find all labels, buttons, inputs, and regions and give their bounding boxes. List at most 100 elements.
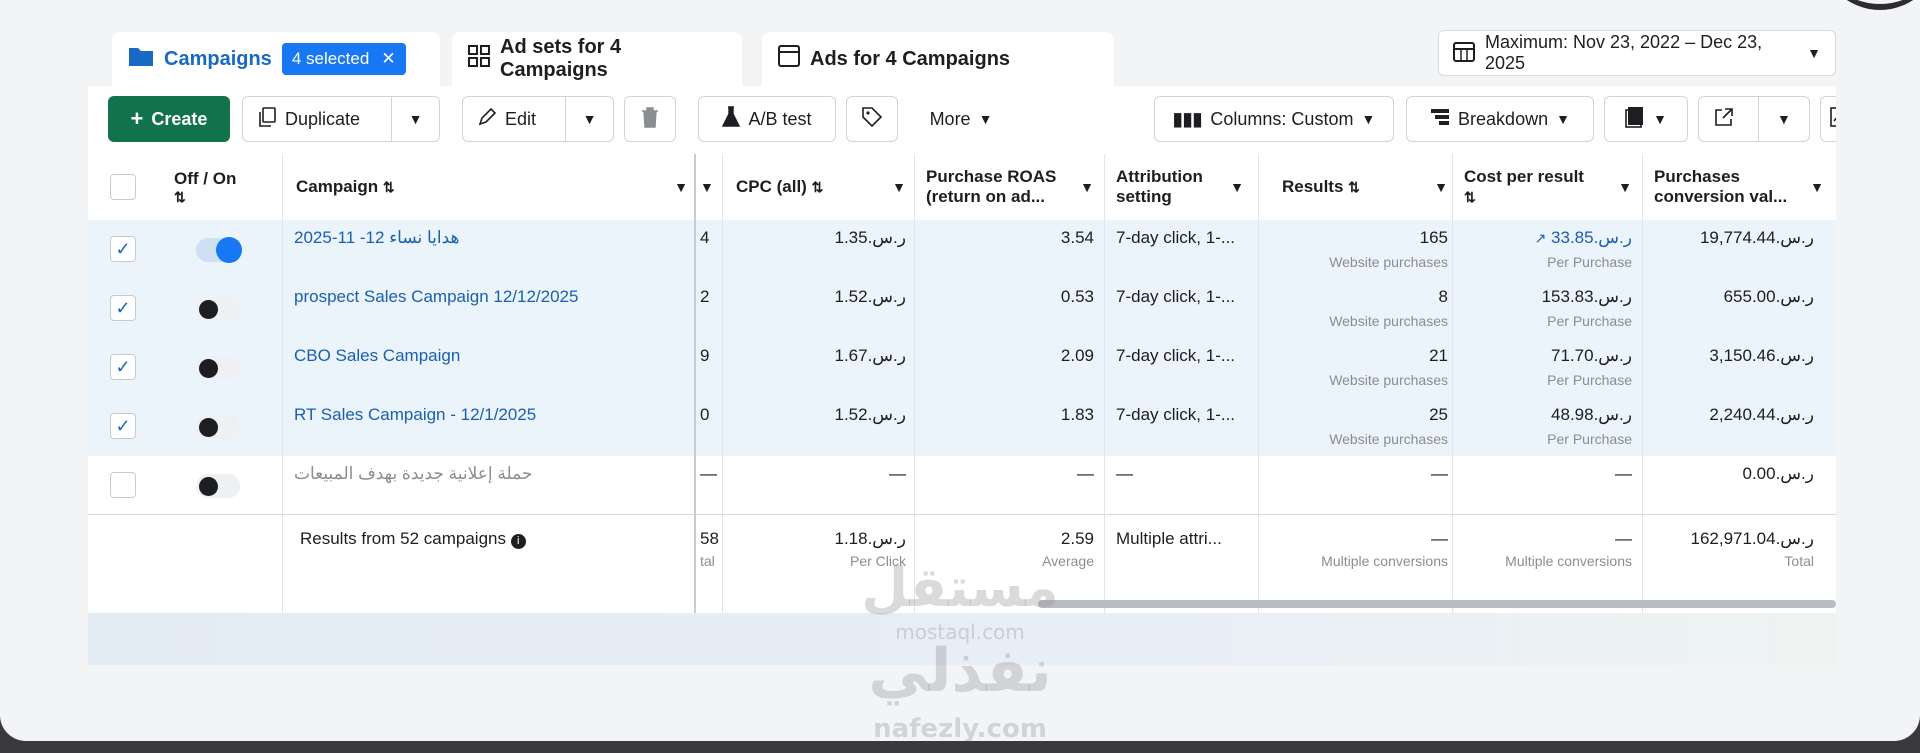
campaign-name-link[interactable]: هدايا نساء 12- 11-2025 [294, 228, 460, 248]
summary-hidden-sub: tal [700, 553, 715, 569]
row-checkbox[interactable]: ✓ [110, 236, 136, 262]
checkbox[interactable] [110, 472, 136, 498]
table-row[interactable]: ✓ هدايا نساء 12- 11-2025 4 ر.س.1.35 3.54… [88, 220, 1836, 279]
row-checkbox[interactable]: ✓ [110, 413, 136, 439]
status-toggle[interactable] [196, 237, 242, 263]
clear-selection-icon[interactable]: ✕ [381, 49, 395, 69]
campaign-name-link[interactable]: RT Sales Campaign - 12/1/2025 [294, 405, 536, 425]
create-button[interactable]: + Create [108, 96, 230, 142]
table-row[interactable]: ✓ prospect Sales Campaign 12/12/2025 2 ر… [88, 279, 1836, 338]
checkbox[interactable]: ✓ [110, 413, 136, 439]
header-cpc-label: CPC (all) [736, 177, 807, 196]
delete-button[interactable] [624, 96, 676, 142]
tab-ad-sets-label: Ad sets for 4 Campaigns [500, 36, 622, 81]
export-button[interactable] [1699, 107, 1750, 132]
select-all-checkbox[interactable] [110, 154, 136, 220]
chevron-down-icon: ▼ [674, 179, 688, 195]
table-row[interactable]: ✓ CBO Sales Campaign 9 ر.س.1.67 2.09 7-d… [88, 338, 1836, 397]
status-toggle[interactable] [196, 474, 240, 498]
cpr-value: ر.س.153.83 [1464, 287, 1632, 307]
table-row[interactable]: حملة إعلانية جديدة بهدف المبيعات — — — —… [88, 456, 1836, 515]
check-icon: ✓ [115, 356, 131, 377]
header-cpr-label: Cost per result [1464, 166, 1584, 186]
export-dropdown[interactable]: ▼ [1757, 97, 1809, 141]
chart-button[interactable] [1820, 96, 1836, 142]
more-button[interactable]: More ▼ [906, 96, 1016, 142]
header-attribution[interactable]: Attribution setting ▼ [1116, 154, 1244, 220]
columns-label: Columns: Custom [1210, 108, 1354, 129]
toggle-switch[interactable] [196, 356, 240, 380]
duplicate-split-button: Duplicate ▼ [242, 96, 440, 142]
header-off-on[interactable]: Off / On ⇅ [174, 154, 264, 220]
summary-pcv-sub: Total [1784, 553, 1814, 569]
status-toggle[interactable] [196, 297, 240, 321]
ab-test-button[interactable]: A/B test [698, 96, 836, 142]
summary-results: — [1431, 529, 1448, 548]
cpr-sub: Per Purchase [1547, 313, 1632, 329]
header-pcv-line2: conversion val... [1654, 187, 1788, 206]
header-off-on-label: Off / On [174, 168, 237, 188]
breakdown-button[interactable]: Breakdown ▼ [1406, 96, 1594, 142]
table-row[interactable]: ✓ RT Sales Campaign - 12/1/2025 0 ر.س.1.… [88, 397, 1836, 456]
horizontal-scrollbar[interactable] [1038, 600, 1836, 608]
toggle-switch[interactable] [196, 237, 242, 263]
header-results[interactable]: Results ⇅ ▼ [1282, 154, 1448, 220]
header-cost-per-result[interactable]: Cost per result ⇅ ▼ [1464, 154, 1632, 220]
tab-campaigns[interactable]: Campaigns 4 selected ✕ [112, 32, 440, 86]
create-label: Create [151, 108, 208, 129]
results-value: 21 [1429, 346, 1448, 365]
campaign-name-link[interactable]: prospect Sales Campaign 12/12/2025 [294, 287, 578, 307]
row-checkbox[interactable]: ✓ [110, 295, 136, 321]
cpr-sub: Per Purchase [1547, 372, 1632, 388]
status-toggle[interactable] [196, 356, 240, 380]
toggle-switch[interactable] [196, 474, 240, 498]
row-checkbox[interactable] [110, 472, 136, 498]
pcv-value: ر.س.3,150.46 [1709, 346, 1814, 365]
summary-hidden-value: 58 [700, 529, 719, 548]
reports-button[interactable]: ▼ [1604, 96, 1688, 142]
columns-button[interactable]: ▮▮▮ Columns: Custom ▼ [1154, 96, 1394, 142]
header-purchases-conversion-value[interactable]: Purchases conversion val... ▼ [1654, 154, 1824, 220]
tag-button[interactable] [846, 96, 898, 142]
roas-value: 2.09 [1060, 346, 1094, 365]
tab-ads[interactable]: Ads for 4 Campaigns [762, 32, 1114, 86]
row-checkbox[interactable]: ✓ [110, 354, 136, 380]
chevron-down-icon: ▼ [1810, 179, 1824, 195]
cpr-amount: ر.س.153.83 [1541, 287, 1632, 306]
results-value: 8 [1438, 287, 1448, 306]
watermark-logo-bottom: نفذلي [868, 636, 1052, 706]
cpr-value: ↗ ر.س.33.85 [1464, 228, 1632, 248]
column-divider [282, 154, 283, 613]
checkbox[interactable]: ✓ [110, 354, 136, 380]
header-purchase-roas[interactable]: Purchase ROAS (return on ad... ▼ [926, 154, 1094, 220]
campaign-name-link[interactable]: حملة إعلانية جديدة بهدف المبيعات [294, 464, 532, 484]
status-toggle[interactable] [196, 415, 240, 439]
header-campaign[interactable]: Campaign ⇅ ▼ [296, 154, 688, 220]
tab-ad-sets[interactable]: Ad sets for 4 Campaigns [452, 32, 742, 86]
toggle-switch[interactable] [196, 297, 240, 321]
info-icon[interactable]: i [510, 534, 526, 549]
edit-button[interactable]: Edit [463, 107, 557, 132]
attribution-value: 7-day click, 1-... [1116, 346, 1236, 365]
edit-dropdown[interactable]: ▼ [565, 97, 613, 141]
date-range-picker[interactable]: Maximum: Nov 23, 2022 – Dec 23, 2025 ▼ [1438, 30, 1836, 76]
duplicate-dropdown[interactable]: ▼ [391, 97, 439, 141]
selected-chip[interactable]: 4 selected ✕ [281, 43, 406, 75]
checkbox[interactable]: ✓ [110, 236, 136, 262]
toggle-switch[interactable] [196, 415, 240, 439]
cpc-value: ر.س.1.35 [834, 228, 906, 247]
checkbox[interactable] [110, 174, 136, 200]
campaign-name-link[interactable]: CBO Sales Campaign [294, 346, 460, 366]
header-hidden-column[interactable]: ▼ [700, 154, 714, 220]
checkbox[interactable]: ✓ [110, 295, 136, 321]
header-pcv-line1: Purchases [1654, 166, 1740, 186]
copy-icon [257, 106, 277, 132]
column-divider [914, 154, 915, 613]
breakdown-label: Breakdown [1458, 108, 1549, 129]
chevron-down-icon: ▼ [1230, 179, 1244, 195]
chevron-down-icon: ▼ [1618, 179, 1632, 195]
header-roas-line1: Purchase ROAS [926, 166, 1057, 186]
duplicate-button[interactable]: Duplicate [243, 106, 383, 132]
frozen-column-divider [694, 154, 696, 613]
header-cpc[interactable]: CPC (all) ⇅ ▼ [736, 154, 906, 220]
